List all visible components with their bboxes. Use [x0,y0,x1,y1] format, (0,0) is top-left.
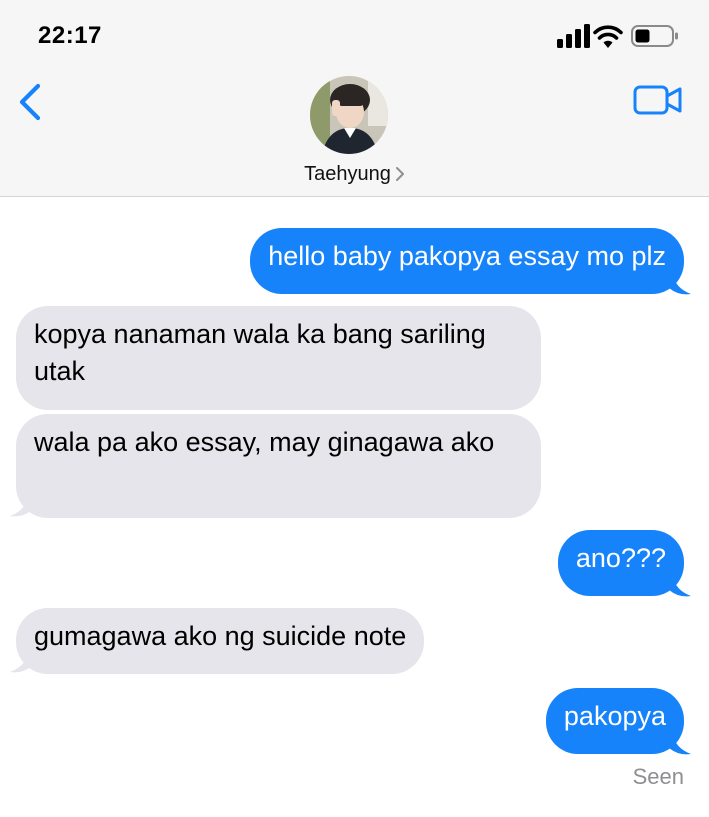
message-bubble-incoming[interactable]: kopya nanaman wala ka bang sariling utak [16,306,541,410]
wifi-icon [593,25,623,48]
message-text: ano??? [575,543,666,573]
bubble-tail [669,734,691,755]
chevron-right-icon [395,167,404,181]
message-bubble-outgoing[interactable]: ano??? [557,530,684,596]
signal-icon [557,24,590,48]
back-chevron-icon[interactable] [14,82,48,122]
bubble-tail [669,274,691,295]
message-thread[interactable]: hello baby pakopya essay mo plz kopya na… [0,198,709,817]
read-receipt: Seen [632,764,684,789]
status-time: 22:17 [38,22,102,49]
message-bubble-outgoing[interactable]: hello baby pakopya essay mo plz [250,228,684,294]
bubble-tail [10,496,32,517]
contact-name: Taehyung [304,163,391,185]
message-bubble-outgoing[interactable]: pakopya [545,688,684,754]
message-bubble-incoming[interactable]: wala pa ako essay, may ginagawa ako [16,414,541,518]
contact-name-button[interactable]: Taehyung [0,163,709,186]
battery-icon [631,25,678,47]
bubble-tail [669,576,691,597]
avatar[interactable] [310,76,388,154]
bubble-tail [10,652,32,673]
status-bar: 22:17 [0,0,709,70]
conversation-header: Taehyung [0,70,709,197]
video-camera-icon[interactable] [633,84,683,116]
message-text: hello baby pakopya essay mo plz [268,241,666,271]
message-text: gumagawa ako ng suicide note [34,621,407,651]
message-text: pakopya [563,701,666,731]
message-bubble-incoming[interactable]: gumagawa ako ng suicide note [16,608,425,674]
message-text: wala pa ako essay, may ginagawa ako [34,427,495,457]
message-text: kopya nanaman wala ka bang sariling utak [34,319,486,386]
